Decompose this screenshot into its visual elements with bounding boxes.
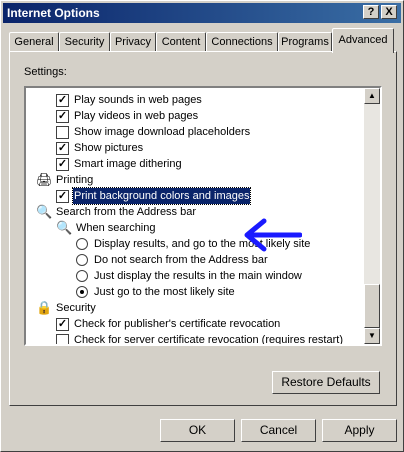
list-item-label: Play sounds in web pages <box>74 94 202 106</box>
tab-connections[interactable]: Connections <box>206 32 278 52</box>
internet-options-dialog: Internet Options ? X General Security Pr… <box>0 0 404 452</box>
close-button[interactable]: X <box>381 5 397 19</box>
settings-list[interactable]: ✓ Play sounds in web pages ✓ Play videos… <box>24 86 382 346</box>
search-icon: 🔍 <box>36 204 53 219</box>
window-title: Internet Options <box>7 6 100 20</box>
subgroup-label: When searching <box>76 222 156 234</box>
checkbox[interactable]: ✓ <box>56 158 69 171</box>
group-label: Security <box>56 302 96 314</box>
list-item-label: Play videos in web pages <box>74 110 199 122</box>
list-item-label: Check for publisher's certificate revoca… <box>74 318 281 330</box>
tab-advanced[interactable]: Advanced <box>332 28 394 53</box>
list-item-label: Just display the results in the main win… <box>94 270 302 282</box>
checkbox[interactable] <box>56 334 69 344</box>
annotation-arrow <box>244 218 302 252</box>
tab-general[interactable]: General <box>9 32 59 52</box>
restore-defaults-button[interactable]: Restore Defaults <box>272 371 380 394</box>
vertical-scrollbar[interactable]: ▲ ▼ <box>364 88 380 344</box>
checkbox[interactable]: ✓ <box>56 190 69 203</box>
printer-icon: 🖨 <box>36 172 53 187</box>
checkbox[interactable]: ✓ <box>56 142 69 155</box>
tab-programs[interactable]: Programs <box>278 32 332 52</box>
radio-button[interactable] <box>76 238 88 250</box>
list-item-label: Check for server certificate revocation … <box>74 334 343 346</box>
search-icon: 🔍 <box>56 220 73 235</box>
title-bar[interactable]: Internet Options ? X <box>3 3 401 23</box>
list-item-label: Show pictures <box>74 142 144 154</box>
advanced-panel: Settings: ✓ Play sounds in web pages ✓ P… <box>9 51 397 406</box>
tab-content[interactable]: Content <box>156 32 206 52</box>
scroll-thumb[interactable] <box>364 284 380 328</box>
checkbox[interactable]: ✓ <box>56 94 69 107</box>
radio-button[interactable] <box>76 254 88 266</box>
scroll-up-button[interactable]: ▲ <box>364 88 380 104</box>
radio-button[interactable] <box>76 270 88 282</box>
cancel-button[interactable]: Cancel <box>241 419 316 442</box>
checkbox[interactable]: ✓ <box>56 110 69 123</box>
tab-security[interactable]: Security <box>59 32 110 52</box>
help-button[interactable]: ? <box>363 5 379 19</box>
list-item-label: Smart image dithering <box>74 158 182 170</box>
apply-button[interactable]: Apply <box>322 419 397 442</box>
checkbox[interactable]: ✓ <box>56 318 69 331</box>
ok-button[interactable]: OK <box>160 419 235 442</box>
checkbox[interactable] <box>56 126 69 139</box>
lock-icon: 🔒 <box>36 300 53 315</box>
tab-strip: General Security Privacy Content Connect… <box>9 28 399 53</box>
list-item-label: Print background colors and images <box>71 187 252 205</box>
radio-button[interactable] <box>76 286 88 298</box>
list-item-label: Just go to the most likely site <box>94 286 235 298</box>
tab-privacy[interactable]: Privacy <box>110 32 156 52</box>
group-label: Search from the Address bar <box>56 206 197 218</box>
list-item-label: Do not search from the Address bar <box>94 254 268 266</box>
settings-label: Settings: <box>24 66 67 78</box>
list-item-label: Show image download placeholders <box>74 126 251 138</box>
group-label: Printing <box>56 174 94 186</box>
scroll-down-button[interactable]: ▼ <box>364 328 380 344</box>
